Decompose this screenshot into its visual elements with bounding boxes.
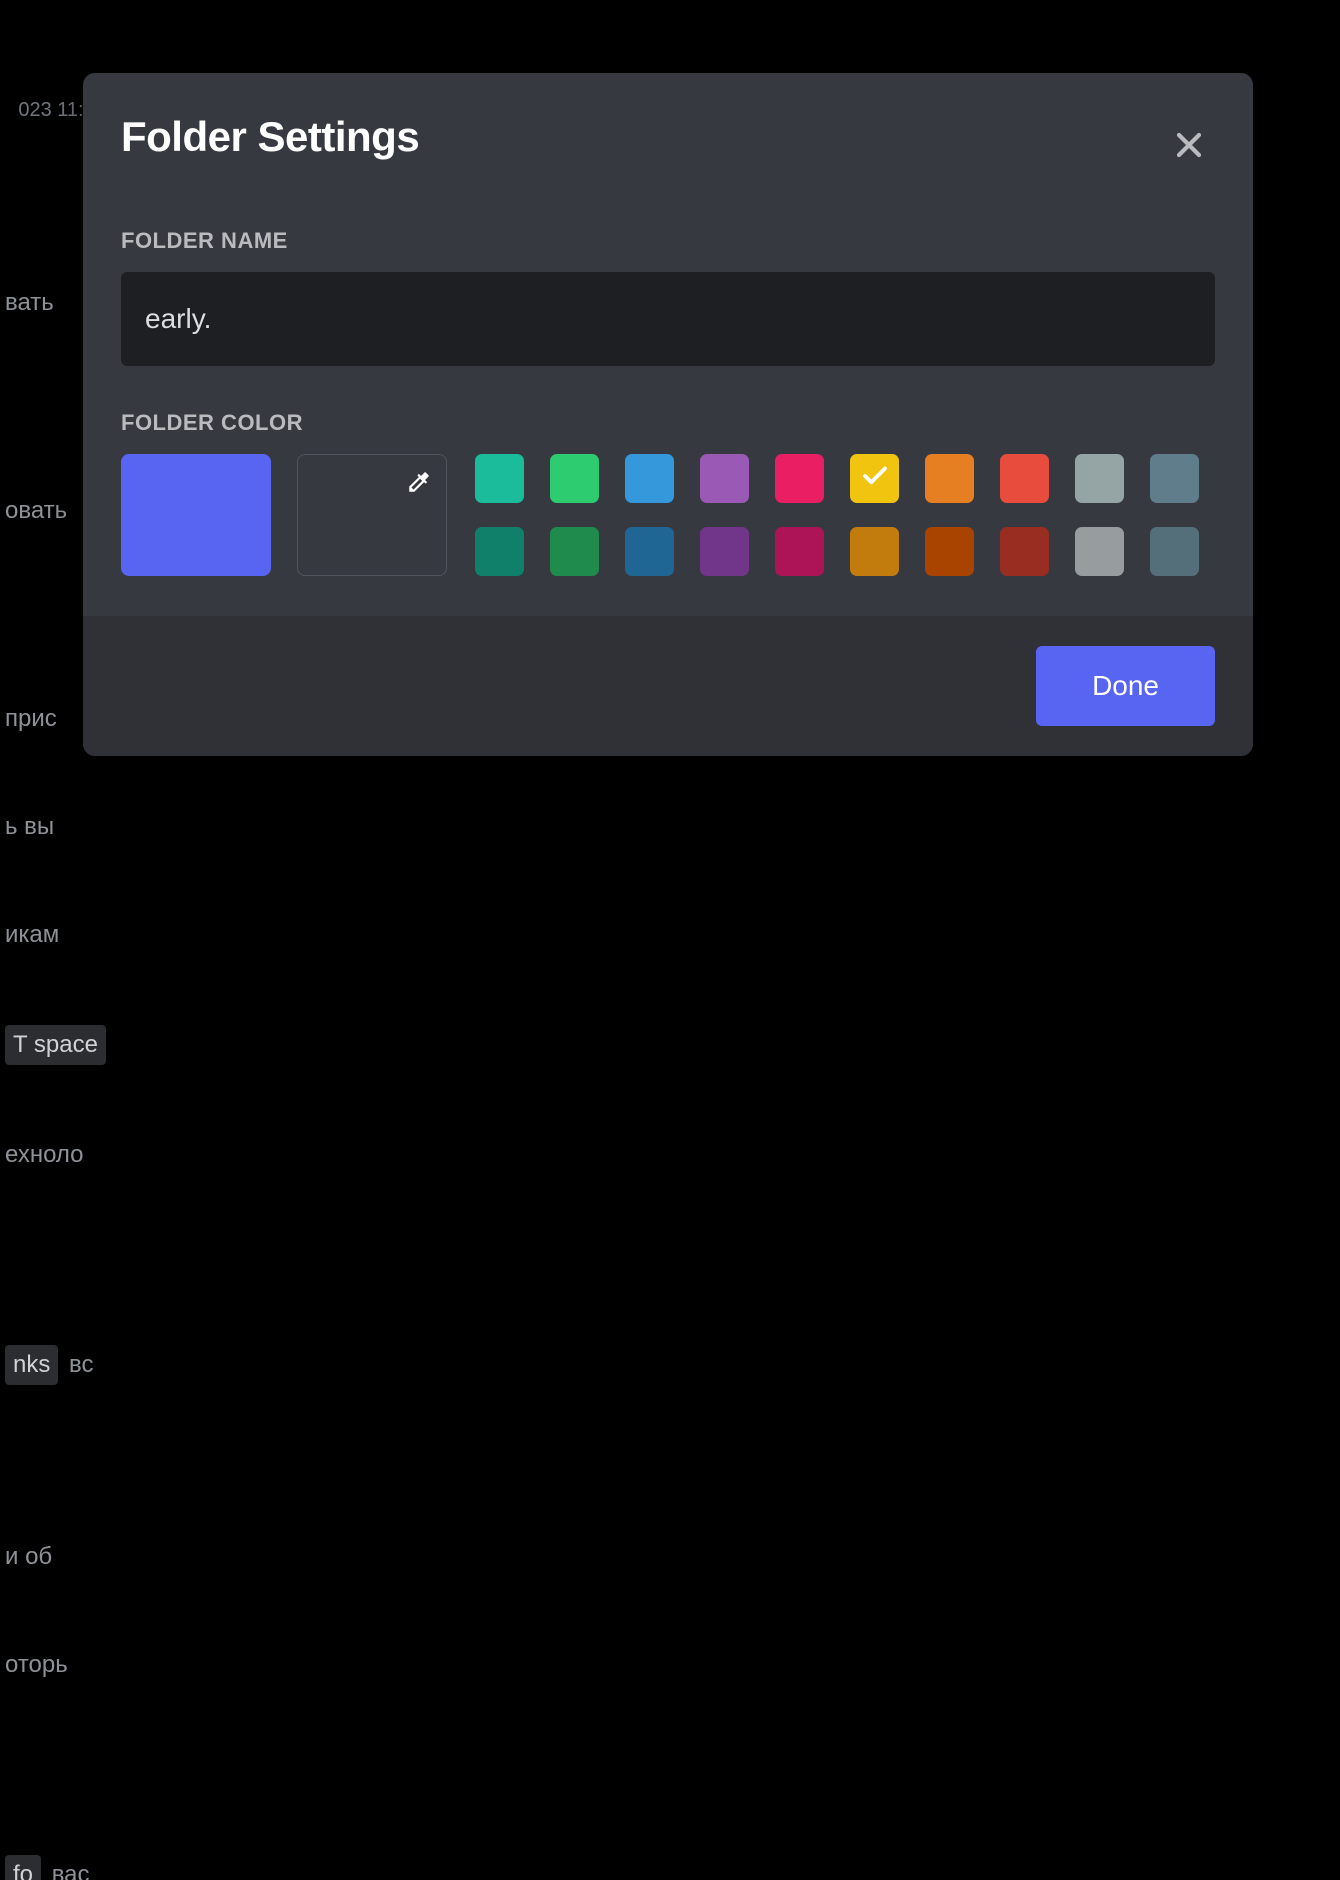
color-swatch[interactable] [775, 527, 824, 576]
modal-header: Folder Settings [121, 113, 1215, 176]
folder-name-section: FOLDER NAME [121, 228, 1215, 366]
color-swatch[interactable] [850, 527, 899, 576]
color-area [121, 454, 1215, 576]
color-swatch[interactable] [1000, 527, 1049, 576]
bg-text: и об [5, 1539, 1335, 1575]
folder-settings-modal: Folder Settings FOLDER NAME FOLDER COLOR [83, 73, 1253, 756]
color-grid [475, 454, 1199, 576]
folder-name-input[interactable] [121, 272, 1215, 366]
bg-text: оторь [5, 1647, 1335, 1683]
color-swatch[interactable] [625, 454, 674, 503]
color-row [475, 527, 1199, 576]
eyedropper-icon [406, 469, 432, 500]
close-button[interactable] [1163, 119, 1215, 176]
color-swatch[interactable] [475, 527, 524, 576]
color-swatch[interactable] [625, 527, 674, 576]
bg-text: вас [52, 1861, 90, 1880]
check-icon [860, 461, 890, 496]
color-swatch[interactable] [475, 454, 524, 503]
color-swatch[interactable] [700, 454, 749, 503]
color-swatch[interactable] [1075, 454, 1124, 503]
default-color-swatch[interactable] [121, 454, 271, 576]
color-swatch[interactable] [1075, 527, 1124, 576]
folder-color-label: FOLDER COLOR [121, 410, 1215, 436]
color-row [475, 454, 1199, 503]
color-swatch[interactable] [1150, 454, 1199, 503]
modal-footer: Done [83, 616, 1253, 756]
bg-chip: T space [5, 1025, 106, 1065]
modal-body: Folder Settings FOLDER NAME FOLDER COLOR [83, 73, 1253, 616]
color-swatch[interactable] [775, 454, 824, 503]
color-swatch[interactable] [1000, 454, 1049, 503]
color-swatch[interactable] [550, 454, 599, 503]
folder-color-section: FOLDER COLOR [121, 410, 1215, 576]
bg-text: икам [5, 917, 1335, 953]
color-swatch[interactable] [925, 527, 974, 576]
color-swatch[interactable] [700, 527, 749, 576]
color-swatch[interactable] [850, 454, 899, 503]
color-swatch[interactable] [550, 527, 599, 576]
custom-color-swatch[interactable] [297, 454, 447, 576]
color-swatch[interactable] [925, 454, 974, 503]
folder-name-label: FOLDER NAME [121, 228, 1215, 254]
bg-text: вс [69, 1351, 93, 1378]
bg-text: ь вы [5, 809, 1335, 845]
color-swatch[interactable] [1150, 527, 1199, 576]
bg-chip: nks [5, 1345, 58, 1385]
bg-text: ехноло [5, 1137, 1335, 1173]
done-button[interactable]: Done [1036, 646, 1215, 726]
close-icon [1169, 152, 1209, 169]
bg-chip: fo [5, 1855, 41, 1880]
modal-title: Folder Settings [121, 113, 419, 161]
